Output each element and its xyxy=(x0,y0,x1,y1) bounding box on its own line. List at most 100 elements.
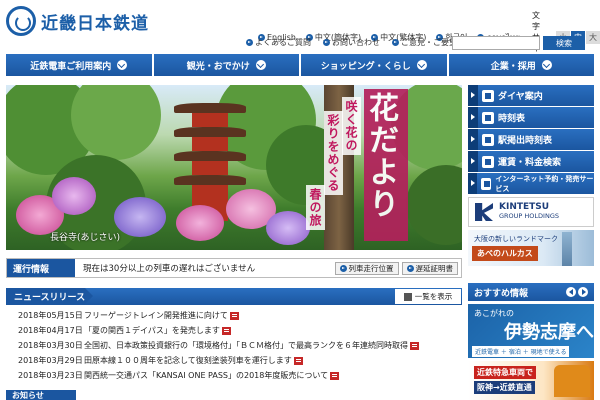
arrow-circle-icon xyxy=(323,39,330,46)
abeno-banner-badge: あべのハルカス xyxy=(472,246,538,261)
feedback-link[interactable]: ご意見・ご要望 xyxy=(392,37,457,48)
hero-caption: 長谷寺(あじさい) xyxy=(50,233,121,243)
ise-shima-banner[interactable]: あこがれの 伊勢志摩へ 近鉄電車 ＋ 宿泊 ＋ 現地で使える xyxy=(468,304,594,358)
pdf-icon xyxy=(229,311,239,320)
sidebar-item-label: ダイヤ案内 xyxy=(498,92,543,102)
font-size-large-button[interactable]: 大 xyxy=(586,31,600,44)
announcements-tab[interactable]: お知らせ xyxy=(6,390,76,400)
hero-title: 花だより xyxy=(363,89,408,241)
calendar-icon xyxy=(482,89,494,102)
news-text: 関西統一交通パス「KANSAI ONE PASS」の2018年度販売について xyxy=(84,371,329,380)
link-label: 一覧を表示 xyxy=(414,292,453,301)
logo-text: 近畿日本鉄道 xyxy=(41,13,149,34)
news-text: 全国初、日本政策投資銀行の「環境格付」「ＢＣＭ格付」で最高ランクを６年連続同時取… xyxy=(84,341,408,350)
banner-caption: 近鉄特急車両で xyxy=(474,366,536,379)
group-banner-text: KINTETSU GROUP HOLDINGS xyxy=(499,202,559,221)
pdf-icon xyxy=(221,326,231,335)
news-date: 2018年04月17日 xyxy=(18,326,83,335)
nav-label: 観光・おでかけ xyxy=(186,61,250,72)
link-label: ご意見・ご要望 xyxy=(401,38,457,47)
nav-corporate[interactable]: 企業・採用 xyxy=(448,54,594,76)
arrow-right-icon xyxy=(468,129,478,150)
abeno-harukas-banner[interactable]: 大阪の新しいランドマーク あべのハルカス xyxy=(468,230,594,266)
delay-certificate-button[interactable]: 遅延証明書 xyxy=(401,261,458,275)
news-title: ニュースリリース xyxy=(6,288,94,305)
nav-train-guide[interactable]: 近鉄電車ご利用案内 xyxy=(6,54,152,76)
contact-link[interactable]: お問い合わせ xyxy=(323,37,380,48)
sidebar-item-timetable-guide[interactable]: ダイヤ案内 xyxy=(468,85,594,106)
service-status-label: 運行情報 xyxy=(7,259,75,277)
nav-shopping[interactable]: ショッピング・くらし xyxy=(301,54,447,76)
service-status-bar: 運行情報 現在は30分以上の列車の遅れはございません 列車走行位置 遅延証明書 xyxy=(6,258,462,278)
hydrangea-image xyxy=(266,211,310,245)
chevron-down-icon xyxy=(416,60,427,70)
news-item[interactable]: 2018年03月29日 田原本線１００周年を記念して復刻塗装列車を運行します xyxy=(18,353,458,368)
pdf-icon xyxy=(293,356,303,365)
nav-label: 近鉄電車ご利用案内 xyxy=(30,61,112,72)
banner-title: 伊勢志摩へ xyxy=(504,322,594,343)
computer-icon xyxy=(480,177,492,190)
carousel-prev-icon[interactable] xyxy=(566,287,576,297)
sidebar-item-online-booking[interactable]: インターネット予約・発売サービス xyxy=(468,173,594,194)
pdf-icon xyxy=(410,341,419,350)
news-text: 田原本線１００周年を記念して復刻塗装列車を運行します xyxy=(84,356,292,365)
news-header: ニュースリリース 一覧を表示 xyxy=(6,288,462,305)
arrow-circle-icon xyxy=(392,39,399,46)
hero-subtitle: 彩りをめぐる xyxy=(324,111,343,195)
hydrangea-image xyxy=(114,197,166,237)
hanshin-through-service-banner[interactable]: 近鉄特急車両で 阪神→近鉄直通 xyxy=(468,361,594,400)
search-input[interactable] xyxy=(452,36,540,50)
news-item[interactable]: 2018年04月17日 「夏の関西１デイパス」を発売します xyxy=(18,323,458,338)
chevron-down-icon xyxy=(541,60,552,70)
train-image xyxy=(554,365,590,397)
sidebar: ダイヤ案内 時刻表 駅掲出時刻表 運賃・料金検索 インターネット予約・発売サービ… xyxy=(468,85,594,266)
news-item[interactable]: 2018年03月30日 全国初、日本政策投資銀行の「環境格付」「ＢＣＭ格付」で最高… xyxy=(18,338,458,353)
news-text: 「夏の関西１デイパス」を発売します xyxy=(84,326,220,335)
button-label: 遅延証明書 xyxy=(415,263,454,273)
site-search: 検索 xyxy=(452,36,585,50)
nav-label: 企業・採用 xyxy=(490,61,536,72)
kintetsu-group-banner[interactable]: KINTETSU GROUP HOLDINGS xyxy=(468,197,594,227)
train-position-button[interactable]: 列車走行位置 xyxy=(334,261,399,275)
site-logo[interactable]: 近畿日本鉄道 xyxy=(6,6,149,36)
sidebar-item-timetable[interactable]: 時刻表 xyxy=(468,107,594,128)
nav-sightseeing[interactable]: 観光・おでかけ xyxy=(153,54,299,76)
global-nav: 近鉄電車ご利用案内 観光・おでかけ ショッピング・くらし 企業・採用 xyxy=(6,54,594,76)
arrow-circle-icon xyxy=(339,264,347,272)
tower-image xyxy=(562,232,572,266)
hydrangea-image xyxy=(176,205,224,241)
recommend-title: おすすめ情報 xyxy=(474,288,529,299)
sidebar-item-label: 駅掲出時刻表 xyxy=(498,136,553,146)
carousel-next-icon[interactable] xyxy=(578,287,588,297)
sidebar-item-fare-search[interactable]: 運賃・料金検索 xyxy=(468,151,594,172)
station-icon xyxy=(482,133,494,146)
pdf-icon xyxy=(330,371,340,380)
news-item[interactable]: 2018年05月15日 フリーゲージトレイン開発推進に向けて xyxy=(18,308,458,323)
recommend-header: おすすめ情報 xyxy=(468,283,594,301)
kintetsu-group-logo-icon xyxy=(475,203,493,221)
utility-links: よくあるご質問 お問い合わせ ご意見・ご要望 xyxy=(246,37,457,48)
news-view-all-link[interactable]: 一覧を表示 xyxy=(395,289,461,304)
yen-icon xyxy=(482,155,494,168)
sidebar-item-label: 運賃・料金検索 xyxy=(498,158,562,168)
sidebar-item-station-timetable[interactable]: 駅掲出時刻表 xyxy=(468,129,594,150)
news-item[interactable]: 2018年03月23日 関西統一交通パス「KANSAI ONE PASS」の201… xyxy=(18,368,458,383)
sidebar-item-label: インターネット予約・発売サービス xyxy=(495,174,594,193)
banner-badge: 近鉄電車 ＋ 宿泊 ＋ 現地で使える xyxy=(472,346,570,357)
news-date: 2018年03月30日 xyxy=(18,341,83,350)
chevron-down-icon xyxy=(255,60,266,70)
arrow-right-icon xyxy=(468,173,477,194)
search-button[interactable]: 検索 xyxy=(543,36,585,50)
banner-title: 阪神→近鉄直通 xyxy=(474,381,535,394)
service-status-text: 現在は30分以上の列車の遅れはございません xyxy=(83,264,256,274)
news-date: 2018年05月15日 xyxy=(18,311,83,320)
arrow-right-icon xyxy=(468,151,478,172)
chevron-down-icon xyxy=(117,60,128,70)
kintetsu-logo-icon xyxy=(6,6,36,36)
news-text: フリーゲージトレイン開発推進に向けて xyxy=(84,311,228,320)
arrow-circle-icon xyxy=(246,39,253,46)
sidebar-item-label: 時刻表 xyxy=(498,114,526,124)
faq-link[interactable]: よくあるご質問 xyxy=(246,37,311,48)
nav-label: ショッピング・くらし xyxy=(320,61,411,72)
hero-banner[interactable]: 咲く花の 彩りをめぐる 春の旅 花だより 長谷寺(あじさい) xyxy=(6,85,462,250)
